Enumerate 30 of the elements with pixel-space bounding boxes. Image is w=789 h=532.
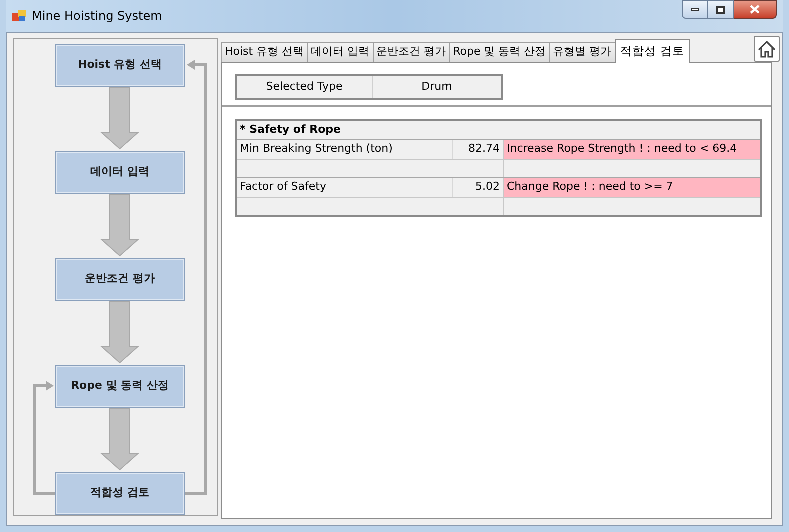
close-button[interactable] [734,0,777,19]
field-label: Selected Type [237,76,373,98]
minimize-button[interactable] [682,0,708,19]
flow-step-button[interactable]: 데이터 입력 [55,151,185,194]
tab[interactable]: Hoist 유형 선택 [221,42,308,62]
tab[interactable]: 유형별 평가 [549,42,616,62]
down-arrow [100,194,140,257]
maximize-button[interactable] [708,0,734,19]
home-icon [757,40,777,58]
table-cell: Change Rope ! : need to >= 7 [504,178,760,197]
close-icon [750,5,760,14]
table-title: * Safety of Rope [239,122,342,138]
tab[interactable]: 데이터 입력 [307,42,374,62]
window-title: Mine Hoisting System [32,8,162,25]
tab[interactable]: Rope 및 동력 산정 [449,42,550,62]
down-arrow [100,408,140,471]
flow-step-button[interactable]: 적합성 검토 [55,472,185,515]
flow-step-button[interactable]: Hoist 유형 선택 [55,44,185,87]
tab[interactable]: 운반조건 평가 [372,42,450,62]
table-cell: Factor of Safety [237,178,453,197]
down-arrow [100,302,140,364]
app-icon [12,10,26,22]
flow-step-button[interactable]: 운반조건 평가 [55,258,185,301]
table-cell: Increase Rope Strength ! : need to < 69.4 [504,140,760,159]
home-button[interactable] [754,36,780,62]
tab[interactable]: 적합성 검토 [614,39,690,63]
down-arrow [100,88,140,150]
table-cell: Min Breaking Strength (ton) [237,140,453,159]
field-value: Drum [420,78,454,95]
flow-step-button[interactable]: Rope 및 동력 산정 [55,365,185,408]
